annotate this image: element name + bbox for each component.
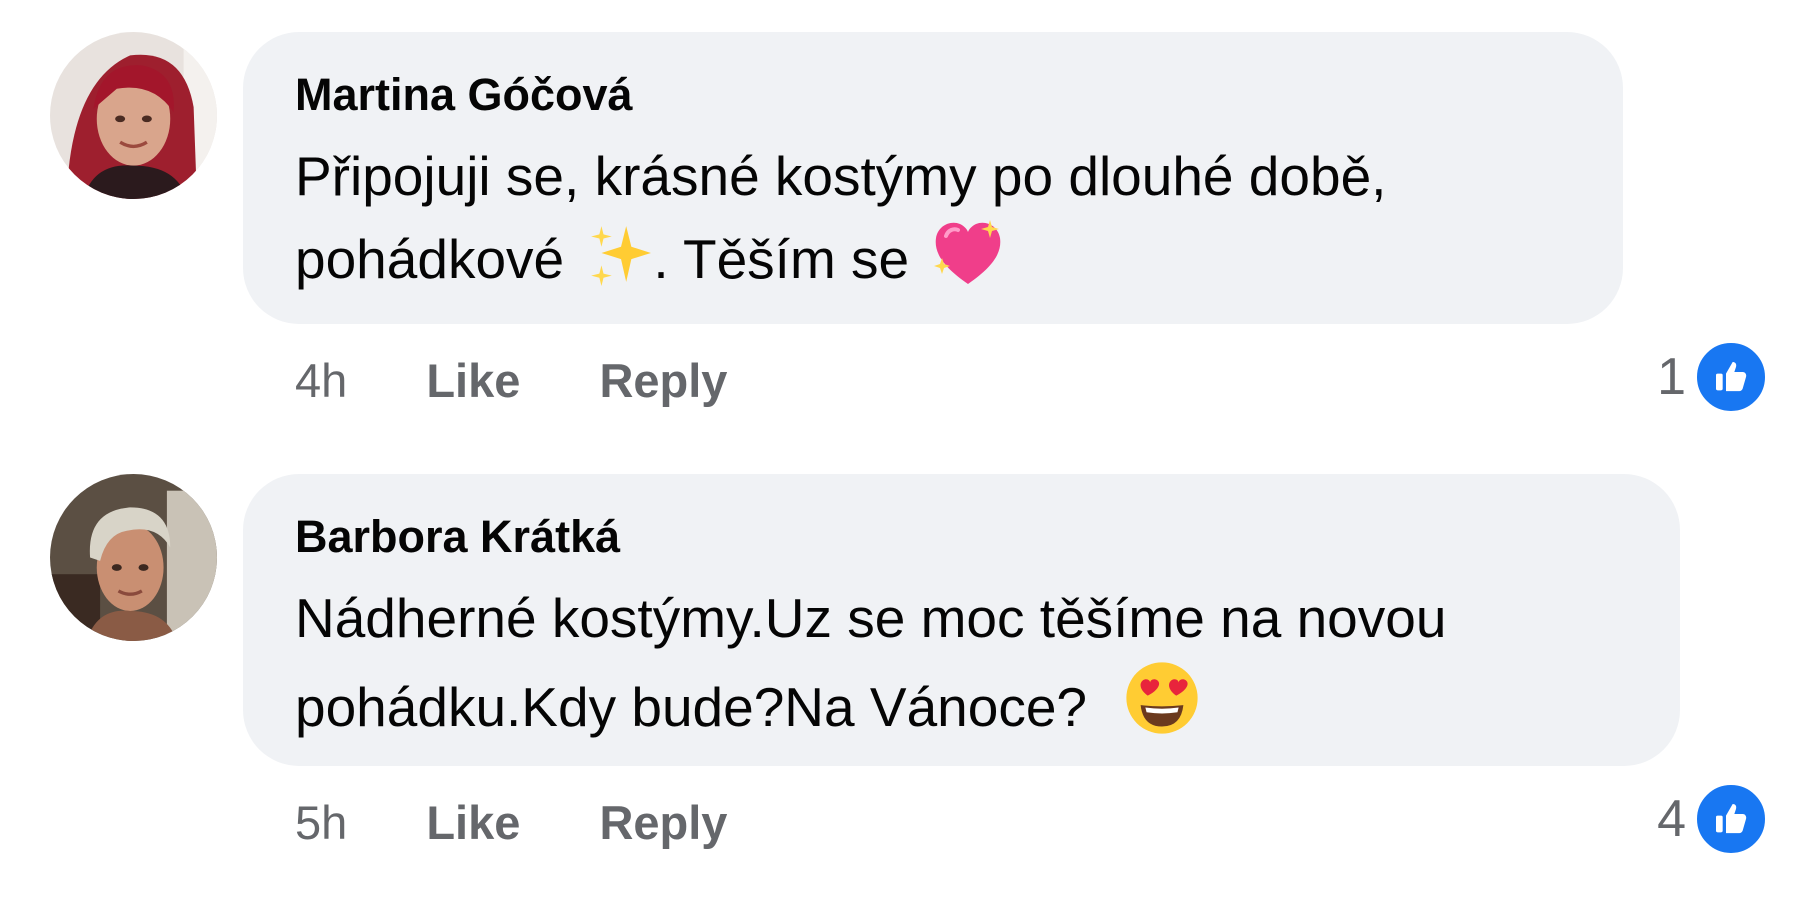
comment-text-fragment: pohádku.Kdy bude?Na Vánoce? — [295, 676, 1088, 738]
like-button[interactable]: Like — [426, 796, 520, 849]
heart-eyes-emoji — [1124, 660, 1200, 759]
comment-text-fragment: . Těším se — [653, 228, 910, 290]
like-icon — [1694, 340, 1768, 414]
avatar[interactable] — [50, 32, 217, 199]
reaction-count: 1 — [1657, 348, 1686, 406]
comment-bubble: Martina Góčová Připojuji se, krásné kost… — [243, 32, 1623, 324]
avatar[interactable] — [50, 474, 217, 641]
avatar-photo — [50, 32, 217, 199]
comment-author[interactable]: Martina Góčová — [295, 72, 1571, 117]
reaction-summary[interactable]: 1 — [1657, 340, 1768, 414]
comment-actions: 4h Like Reply — [295, 357, 727, 404]
sparkling-heart-emoji — [932, 218, 1004, 311]
comment-feed: Martina Góčová Připojuji se, krásné kost… — [0, 0, 1800, 908]
comment-text-line: pohádkové . Těším se — [295, 218, 1571, 311]
like-icon — [1694, 782, 1768, 856]
comment-text-line: pohádku.Kdy bude?Na Vánoce? — [295, 660, 1628, 759]
comment-text-line: Připojuji se, krásné kostýmy po dlouhé d… — [295, 145, 1387, 207]
comment-text: Nádherné kostýmy.Uz se moc těšíme na nov… — [295, 577, 1628, 759]
comment-author[interactable]: Barbora Krátká — [295, 514, 1628, 559]
reply-button[interactable]: Reply — [599, 354, 727, 407]
reaction-summary[interactable]: 4 — [1657, 782, 1768, 856]
comment-timestamp[interactable]: 4h — [295, 354, 347, 407]
reply-button[interactable]: Reply — [599, 796, 727, 849]
like-button[interactable]: Like — [426, 354, 520, 407]
sparkles-emoji — [587, 222, 653, 311]
comment-text: Připojuji se, krásné kostýmy po dlouhé d… — [295, 135, 1571, 311]
comment-text-fragment: pohádkové — [295, 228, 565, 290]
comment-bubble: Barbora Krátká Nádherné kostýmy.Uz se mo… — [243, 474, 1680, 766]
comment-timestamp[interactable]: 5h — [295, 796, 347, 849]
comment-text-line: Nádherné kostýmy.Uz se moc těšíme na nov… — [295, 587, 1447, 649]
reaction-count: 4 — [1657, 790, 1686, 848]
comment-actions: 5h Like Reply — [295, 799, 727, 846]
avatar-photo — [50, 474, 217, 641]
